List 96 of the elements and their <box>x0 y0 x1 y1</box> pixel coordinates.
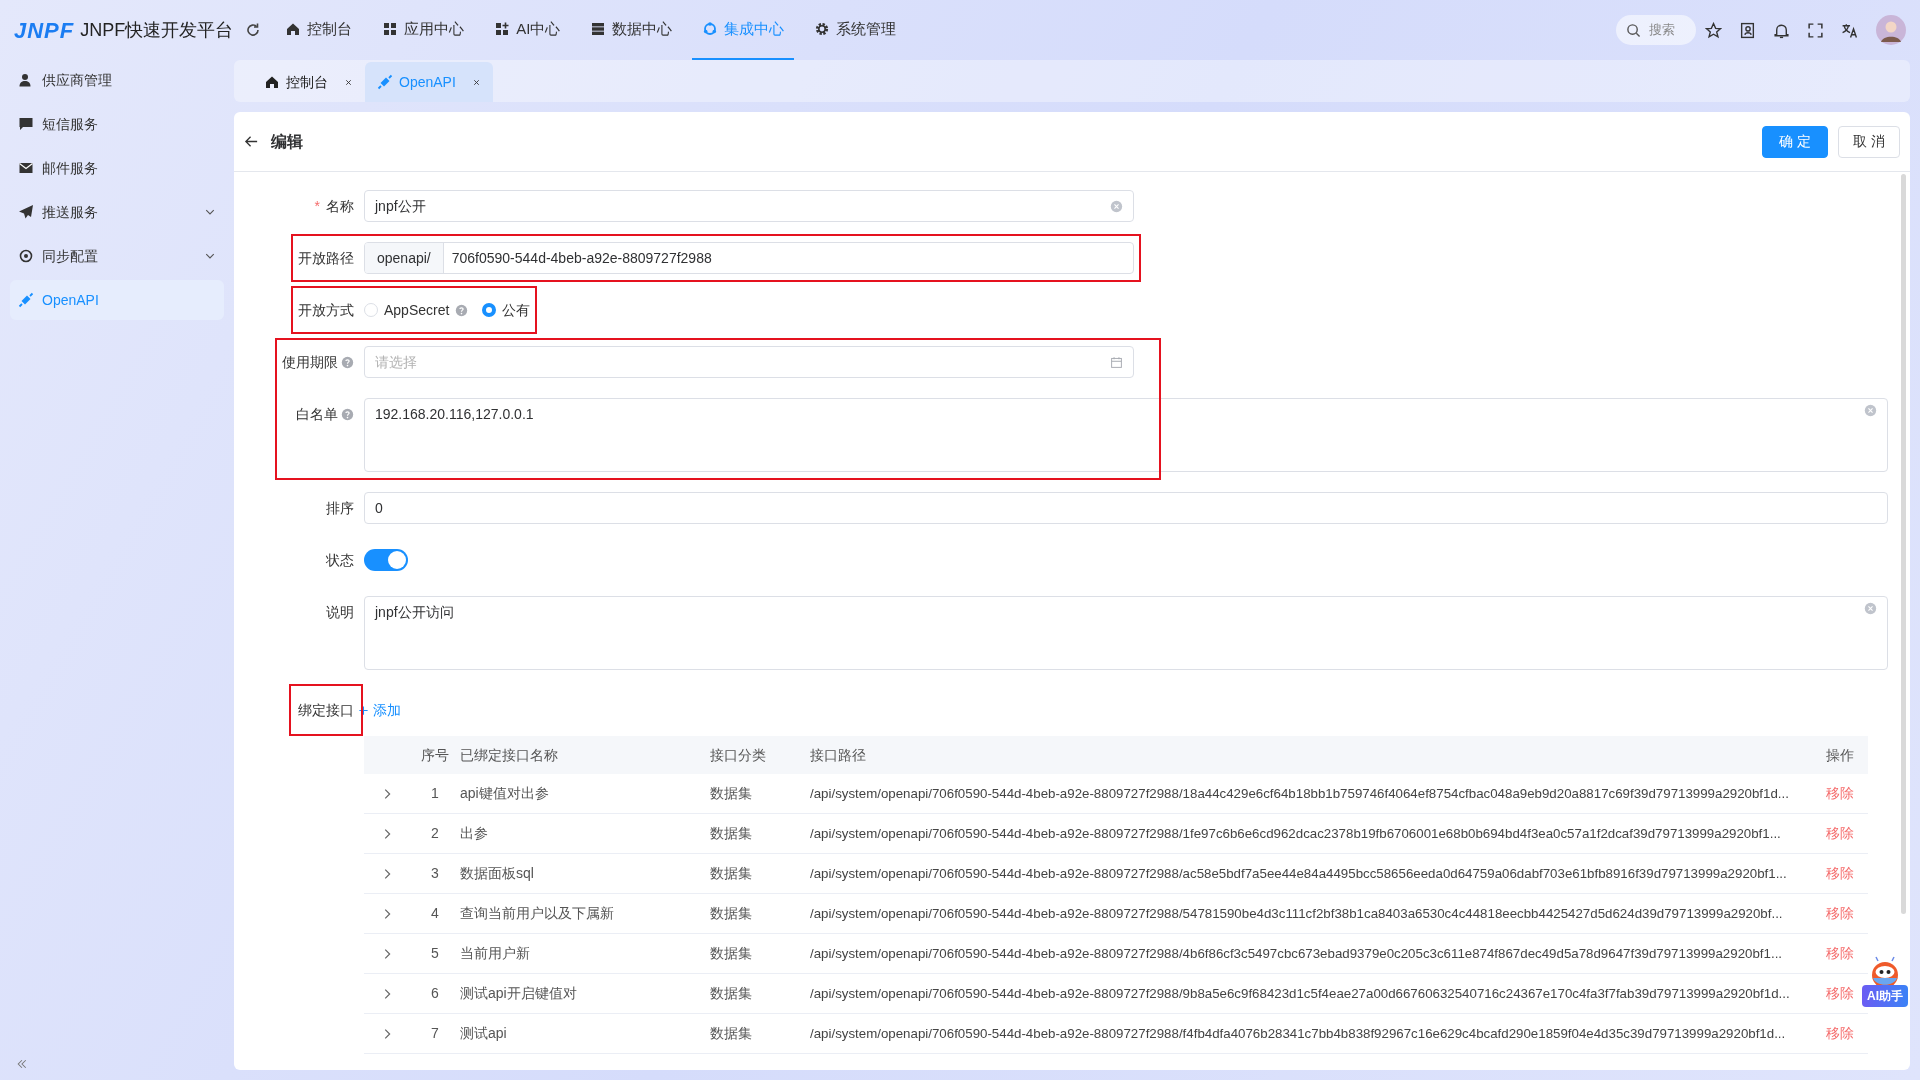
table-cell-text: 6 <box>431 984 439 1003</box>
table-cell-text: 4 <box>431 904 439 923</box>
table-cell-text: 出参 <box>460 824 488 843</box>
bell-icon[interactable] <box>1772 21 1790 39</box>
table-cell-text: 数据集 <box>710 864 752 883</box>
grid-icon <box>382 21 399 37</box>
settings-icon <box>814 21 831 37</box>
table-cell-text: /api/system/openapi/706f0590-544d-4beb-a92e-8809727f2988/54781590be4d3c111cf2bf38b1ca8403a6530c4c44818eecbb4425427d5d624d39d79713999a2920bf... <box>810 904 1783 923</box>
nav-tab[interactable]: 应用中心 <box>372 0 475 60</box>
sidebar-item[interactable]: 邮件服务 <box>10 148 224 188</box>
radio-option[interactable]: 公有 <box>482 299 531 321</box>
field-label: 状态 <box>326 550 354 570</box>
paper-plane-icon <box>18 204 34 220</box>
column-header: 接口路径 <box>810 746 866 763</box>
ai-assistant-button[interactable]: AI助手 <box>1862 985 1908 1007</box>
table-cell-text: 测试api开启键值对 <box>460 984 577 1003</box>
plus-icon <box>358 704 369 716</box>
table-cell-text: 数据集 <box>710 944 752 963</box>
back-icon[interactable] <box>244 134 259 149</box>
hub-icon <box>702 21 719 37</box>
collapse-icon[interactable] <box>16 1058 28 1070</box>
column-header: 接口分类 <box>710 746 766 763</box>
table-cell-text: 数据集 <box>710 784 752 803</box>
table-cell-text: 查询当前用户以及下属新 <box>460 904 614 923</box>
table-cell-text: /api/system/openapi/706f0590-544d-4beb-a92e-8809727f2988/f4fb4dfa4076b28341c7bb4b838f92967c16e629c4bcafd290e1859f04e4d35c39d79713999a2920bf1d... <box>810 1024 1786 1043</box>
fullscreen-icon[interactable] <box>1806 21 1824 39</box>
star-icon[interactable] <box>1704 21 1722 39</box>
translate-icon[interactable] <box>1840 21 1858 39</box>
table-cell-text: 2 <box>431 824 439 843</box>
field-label: 白名单 <box>296 404 338 424</box>
envelope-icon <box>18 160 34 176</box>
radio-option[interactable]: AppSecret <box>364 299 469 321</box>
text-field[interactable]: 0 <box>364 492 1888 524</box>
plug-icon <box>377 74 393 90</box>
calendar-icon <box>1110 355 1123 369</box>
column-header: 已绑定接口名称 <box>460 746 558 763</box>
grid-plus-icon <box>494 21 511 37</box>
home-icon <box>285 21 302 37</box>
table-cell-text: 3 <box>431 864 439 883</box>
field-label: 名称 <box>326 196 354 216</box>
table-cell-text: 1 <box>431 784 439 803</box>
table-cell-text: 数据集 <box>710 824 752 843</box>
avatar[interactable] <box>1876 15 1906 45</box>
nav-tab[interactable]: 数据中心 <box>580 0 683 60</box>
sidebar-item[interactable]: 供应商管理 <box>10 60 224 100</box>
table-cell-text: /api/system/openapi/706f0590-544d-4beb-a92e-8809727f2988/ac58e5bdf7a5ee44e84a4495bcc58656eeda0d64759a06dabf703e61bfb8916f39d79713999a2920bf1... <box>810 864 1787 883</box>
text-field[interactable]: jnpf公开 <box>364 190 1134 222</box>
server-icon <box>590 21 607 37</box>
path-field[interactable]: openapi/ 706f0590-544d-4beb-a92e-8809727f2988 <box>364 242 1134 274</box>
text-area[interactable]: jnpf公开访问 <box>364 596 1888 670</box>
table-cell-text: 数据集 <box>710 984 752 1003</box>
scrollbar[interactable] <box>1901 174 1906 914</box>
sidebar-item[interactable]: 短信服务 <box>10 104 224 144</box>
field-label: 使用期限 <box>282 352 338 372</box>
field-label: 绑定接口 <box>298 700 354 720</box>
prefix-label: openapi/ <box>365 243 444 273</box>
sidebar-item[interactable]: 推送服务 <box>10 192 224 232</box>
home-icon <box>264 74 280 90</box>
column-header: 序号 <box>421 746 449 763</box>
nav-tab[interactable]: 控制台 <box>275 0 363 60</box>
search-icon <box>1626 22 1641 38</box>
app-title: JNPF快速开发平台 <box>80 18 234 42</box>
table-cell-text: /api/system/openapi/706f0590-544d-4beb-a92e-8809727f2988/9b8a5e6c9f68423d1c5f4eae27a00d66760632540716c24367e170c4fa3f7fab39d79713999a2920bf1d... <box>810 984 1790 1003</box>
field-label: 开放方式 <box>298 300 354 320</box>
close-icon <box>471 77 481 87</box>
table-cell-text: /api/system/openapi/706f0590-544d-4beb-a92e-8809727f2988/18a44c429e6cf64b18bb1b759746f4064ef8754cfbac048a9eb9d20a8817c69f39d79713999a2920bf1d... <box>810 784 1789 803</box>
toggle-switch[interactable] <box>364 549 408 571</box>
sync-icon <box>18 248 34 264</box>
table-cell-text: /api/system/openapi/706f0590-544d-4beb-a92e-8809727f2988/4b6f86cf3c5497cbc673ebad9379e0c205c3c611e874f867dec49d5a78d9647f39d79713999a2920bf1... <box>810 944 1783 963</box>
table-cell-text: 数据集 <box>710 1024 752 1043</box>
table-cell-text: api键值对出参 <box>460 784 549 803</box>
table-cell-text: 测试api <box>460 1024 507 1043</box>
table-cell-text: 7 <box>431 1024 439 1043</box>
field-label: 说明 <box>326 602 354 622</box>
cancel-button[interactable]: 取 消 <box>1838 125 1900 158</box>
nav-tab[interactable]: AI中心 <box>484 0 571 60</box>
page-tab[interactable]: 控制台 <box>252 62 365 102</box>
table-cell-text: 5 <box>431 944 439 963</box>
required-mark: * <box>314 196 320 216</box>
chat-icon <box>18 116 34 132</box>
plug-icon <box>18 292 34 308</box>
table-cell-text: /api/system/openapi/706f0590-544d-4beb-a92e-8809727f2988/1fe97c6b6e6cd962dcac2378b19fb6706001e68b0b694bd4f3ea0c57a1f2dcaf39d79713999a2920bf1... <box>810 824 1781 843</box>
nav-tab[interactable]: 系统管理 <box>804 0 907 60</box>
field-label: 排序 <box>326 498 354 518</box>
page-title: 编辑 <box>271 131 303 152</box>
table-cell-text: 数据集 <box>710 904 752 923</box>
field-label: 开放路径 <box>298 248 354 268</box>
table-cell-text: 当前用户新 <box>460 944 530 963</box>
table-cell-text: 数据面板sql <box>460 864 534 883</box>
sidebar-item[interactable]: 同步配置 <box>10 236 224 276</box>
refresh-icon <box>245 22 262 38</box>
logo: JNPF <box>14 16 75 45</box>
column-header: 操作 <box>1826 746 1854 763</box>
contact-card-icon[interactable] <box>1738 21 1756 39</box>
close-icon <box>344 77 353 87</box>
text-area[interactable]: 192.168.20.116,127.0.0.1 <box>364 398 1888 472</box>
